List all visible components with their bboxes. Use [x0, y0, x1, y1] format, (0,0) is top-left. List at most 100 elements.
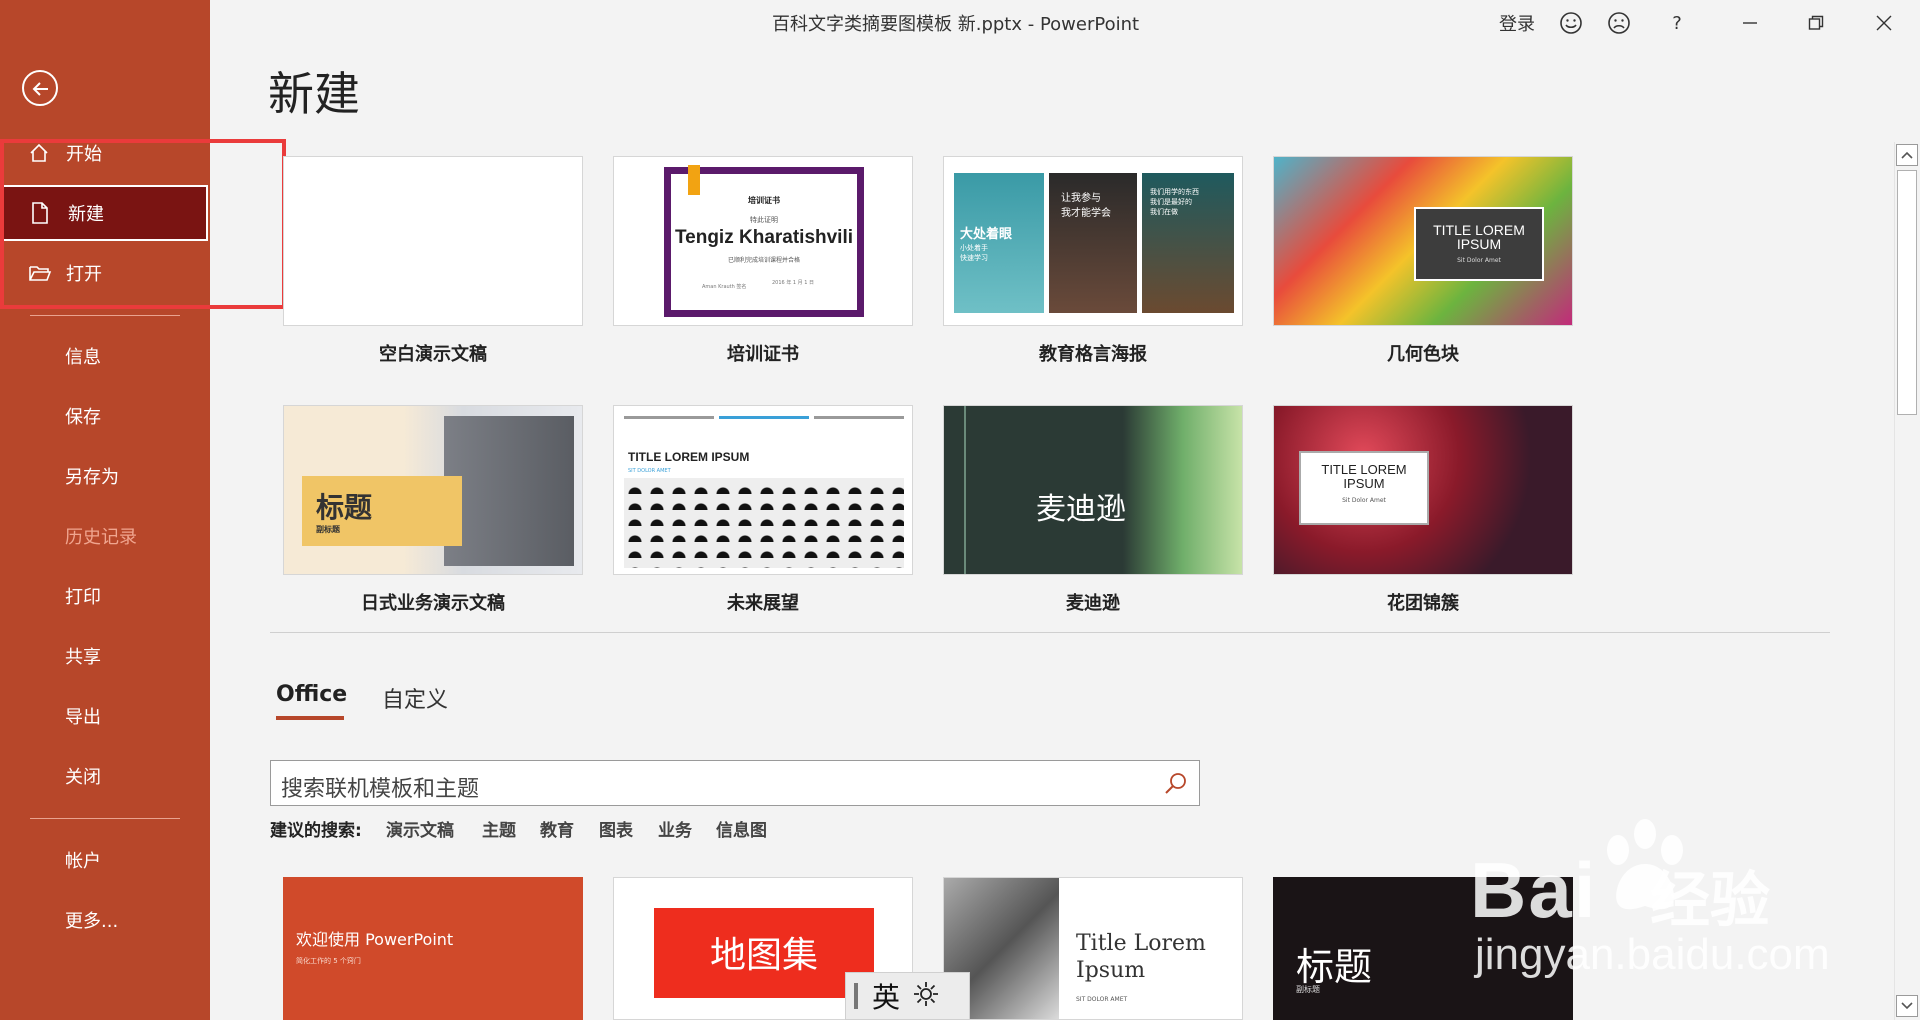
divider-line — [964, 406, 966, 574]
ime-toolbar[interactable]: 英 — [845, 972, 970, 1020]
thumb-subtitle: Sit Dolor Amet — [1342, 497, 1386, 504]
poster-panel: 我们用学的东西 我们是最好的 我们在做 — [1142, 173, 1234, 313]
thumb-title: 地图集 — [709, 935, 818, 976]
template-label: 未来展望 — [727, 593, 799, 614]
poster-panel-title: 大处着眼 — [960, 227, 1013, 242]
template-label: 空白演示文稿 — [379, 344, 487, 365]
back-button[interactable] — [22, 70, 58, 106]
suggested-search-link[interactable]: 信息图 — [716, 816, 767, 841]
tab-office[interactable]: Office — [276, 682, 347, 707]
poster-panel-title: 我们用学的东西 我们是最好的 我们在做 — [1150, 188, 1199, 216]
circles-pattern-image — [624, 478, 904, 568]
chevron-up-icon — [1901, 151, 1913, 159]
search-input[interactable]: 搜索联机模板和主题 — [281, 771, 479, 803]
thumb-subtitle: 简化工作的 5 个窍门 — [296, 957, 361, 965]
sidebar-item-label: 打印 — [65, 587, 101, 608]
accent-line — [624, 416, 714, 419]
sidebar-item-print[interactable]: 打印 — [0, 568, 210, 624]
template-welcome-powerpoint[interactable]: 欢迎使用 PowerPoint 简化工作的 5 个窍门 — [283, 877, 583, 1020]
template-search-box[interactable]: 搜索联机模板和主题 — [270, 760, 1200, 806]
sidebar-item-label: 另存为 — [65, 467, 119, 488]
thumb-title: Title Lorem Ipsum — [1076, 931, 1206, 983]
people-photo-image — [444, 416, 574, 566]
sidebar-item-more[interactable]: 更多... — [0, 892, 210, 948]
sidebar-item-label: 信息 — [65, 347, 101, 368]
watermark-brand: Bai — [1470, 846, 1598, 934]
sidebar-item-save-as[interactable]: 另存为 — [0, 448, 210, 504]
template-japanese-business[interactable]: 标题 副标题 — [283, 405, 583, 575]
thumb-subtitle: 副标题 — [316, 525, 340, 534]
template-floral[interactable]: TITLE LOREM IPSUM Sit Dolor Amet — [1273, 405, 1573, 575]
sidebar-item-export[interactable]: 导出 — [0, 688, 210, 744]
sidebar-divider — [30, 818, 180, 819]
template-label: 培训证书 — [727, 344, 799, 365]
tab-custom[interactable]: 自定义 — [382, 682, 448, 714]
ime-language[interactable]: 英 — [872, 976, 900, 1016]
signin-link[interactable]: 登录 — [1492, 8, 1542, 38]
close-icon[interactable] — [1864, 8, 1904, 38]
sidebar-item-share[interactable]: 共享 — [0, 628, 210, 684]
suggested-search-link[interactable]: 演示文稿 — [386, 816, 454, 841]
template-training-certificate[interactable]: 培训证书 特此证明 Tengiz Kharatishvili 已顺利完成培训课程… — [613, 156, 913, 326]
template-education-quote-poster[interactable]: 大处着眼 小处着手 快速学习 让我参与 我才能学会 我们用学的东西 我们是最好的… — [943, 156, 1243, 326]
watermark-url: jingyan.baidu.com — [1475, 930, 1830, 979]
sidebar-item-history: 历史记录 — [0, 508, 210, 564]
sidebar-item-info[interactable]: 信息 — [0, 328, 210, 384]
template-blank-presentation[interactable] — [283, 156, 583, 326]
chevron-down-icon — [1901, 1002, 1913, 1010]
thumb-title: TITLE LOREM IPSUM — [628, 450, 750, 464]
drag-handle[interactable] — [854, 983, 858, 1009]
page-title: 新建 — [268, 67, 360, 121]
sidebar-item-label: 保存 — [65, 407, 101, 428]
template-label: 几何色块 — [1387, 344, 1459, 365]
minimize-icon[interactable] — [1730, 8, 1770, 38]
thumb-title-box: 标题 副标题 — [302, 476, 462, 546]
search-icon[interactable] — [1163, 770, 1189, 800]
scroll-thumb[interactable] — [1897, 170, 1917, 415]
suggested-search-link[interactable]: 业务 — [658, 816, 692, 841]
thumb-subtitle: Sit Dolor Amet — [1457, 257, 1501, 264]
certificate-sign: Aman Krauth 签名 — [702, 284, 747, 290]
template-future-vision[interactable]: TITLE LOREM IPSUM SIT DOLOR AMET — [613, 405, 913, 575]
poster-panel-title: 让我参与 我才能学会 — [1061, 193, 1111, 219]
sidebar-item-label: 帐户 — [65, 851, 101, 872]
template-label: 麦迪逊 — [1066, 593, 1120, 614]
gear-icon[interactable] — [912, 980, 940, 1012]
suggested-search-link[interactable]: 图表 — [599, 816, 633, 841]
restore-icon[interactable] — [1796, 8, 1836, 38]
sidebar-item-account[interactable]: 帐户 — [0, 832, 210, 888]
tab-active-indicator — [276, 716, 344, 720]
sidebar-divider — [30, 315, 180, 316]
template-madison[interactable]: 麦迪逊 — [943, 405, 1243, 575]
help-button[interactable]: ? — [1662, 8, 1692, 38]
suggested-search-link[interactable]: 教育 — [540, 816, 574, 841]
thumb-title: 标题 — [316, 491, 373, 524]
certificate-line: 已顺利完成培训课程并合格 — [727, 257, 800, 264]
sidebar-item-save[interactable]: 保存 — [0, 388, 210, 444]
suggested-search-link[interactable]: 主题 — [482, 816, 516, 841]
sidebar-item-label: 历史记录 — [65, 527, 137, 548]
smile-feedback-icon[interactable] — [1556, 8, 1586, 38]
section-divider — [270, 632, 1830, 633]
sidebar-item-label: 更多... — [65, 911, 119, 932]
thumb-title-box: TITLE LOREM IPSUM Sit Dolor Amet — [1414, 207, 1544, 281]
poster-panel: 让我参与 我才能学会 — [1049, 173, 1137, 313]
scroll-down-button[interactable] — [1896, 995, 1918, 1017]
template-label: 日式业务演示文稿 — [361, 593, 505, 614]
ribbon-icon — [688, 165, 700, 195]
sidebar-item-close[interactable]: 关闭 — [0, 748, 210, 804]
accent-line — [814, 416, 904, 419]
watermark-brand-cn: 经验 — [1650, 866, 1770, 936]
poster-panel-sub: 小处着手 快速学习 — [960, 244, 988, 262]
certificate-date: 2016 年 1 月 1 日 — [772, 280, 815, 286]
thumb-title: 欢迎使用 PowerPoint — [296, 930, 454, 949]
frown-feedback-icon[interactable] — [1604, 8, 1634, 38]
thumb-title: TITLE LOREM IPSUM — [1433, 222, 1525, 252]
thumb-title-box: TITLE LOREM IPSUM Sit Dolor Amet — [1299, 451, 1429, 525]
template-title-lorem[interactable]: Title Lorem Ipsum SIT DOLOR AMET — [943, 877, 1243, 1020]
scroll-up-button[interactable] — [1896, 144, 1918, 166]
certificate-heading: 培训证书 — [748, 196, 780, 205]
thumb-title: TITLE LOREM IPSUM — [1321, 462, 1407, 491]
poster-panel: 大处着眼 小处着手 快速学习 — [954, 173, 1044, 313]
template-geometric-blocks[interactable]: TITLE LOREM IPSUM Sit Dolor Amet — [1273, 156, 1573, 326]
